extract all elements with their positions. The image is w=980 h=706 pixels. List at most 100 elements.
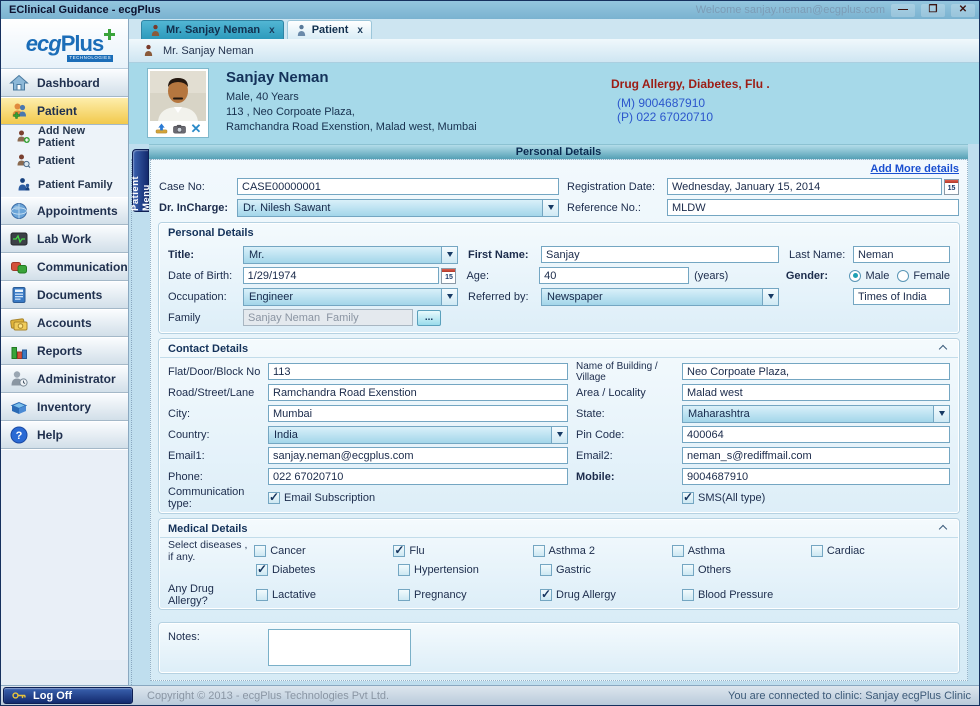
email-subscription-checkbox[interactable]: [268, 492, 280, 504]
lab-monitor-icon: [9, 229, 29, 249]
chevron-down-icon[interactable]: [762, 289, 778, 305]
first-name-input[interactable]: [541, 246, 779, 263]
flat-input[interactable]: [268, 363, 568, 380]
road-input[interactable]: [268, 384, 568, 401]
allergy-checkbox[interactable]: [682, 589, 694, 601]
age-input[interactable]: [539, 267, 689, 284]
camera-icon[interactable]: [173, 124, 186, 134]
city-input[interactable]: [268, 405, 568, 422]
disease-checkbox[interactable]: [540, 564, 552, 576]
tab-close-icon[interactable]: x: [265, 25, 275, 36]
state-label: State:: [576, 408, 682, 420]
building-input[interactable]: [682, 363, 950, 380]
sidebar-item-add-new-patient[interactable]: Add New Patient: [1, 125, 128, 149]
disease-checkbox[interactable]: [672, 545, 684, 557]
disease-checkbox[interactable]: [398, 564, 410, 576]
accounts-coins-icon: [9, 313, 29, 333]
tab-patient-record[interactable]: Mr. Sanjay Neman x: [141, 20, 284, 39]
log-off-button[interactable]: Log Off: [3, 687, 133, 704]
notes-textarea[interactable]: [268, 629, 411, 666]
sidebar-item-help[interactable]: ? Help: [1, 421, 128, 449]
disease-checkbox[interactable]: [254, 545, 266, 557]
gender-female-label: Female: [913, 270, 950, 282]
sidebar-item-inventory[interactable]: Inventory: [1, 393, 128, 421]
occupation-select[interactable]: Engineer: [243, 288, 458, 306]
sidebar-item-communication[interactable]: Communication: [1, 253, 128, 281]
chevron-down-icon[interactable]: [441, 289, 457, 305]
sidebar-item-dashboard[interactable]: Dashboard: [1, 69, 128, 97]
collapse-chevron-icon[interactable]: [939, 525, 947, 533]
home-icon: [9, 73, 29, 93]
add-more-details-link[interactable]: Add More details: [870, 163, 959, 175]
mobile-input[interactable]: [682, 468, 950, 485]
patient-demographics: Male, 40 Years: [226, 91, 477, 103]
title-bar: EClinical Guidance - ecgPlus Welcome san…: [1, 1, 979, 19]
maximize-button[interactable]: ❐: [921, 4, 945, 17]
chevron-down-icon[interactable]: [441, 247, 457, 263]
sidebar-item-administrator[interactable]: Administrator: [1, 365, 128, 393]
allergy-checkbox[interactable]: [540, 589, 552, 601]
gender-male-label: Male: [865, 270, 889, 282]
case-no-input[interactable]: [237, 178, 559, 195]
sidebar-item-documents[interactable]: Documents: [1, 281, 128, 309]
allergy-checkbox[interactable]: [256, 589, 268, 601]
pin-input[interactable]: [682, 426, 950, 443]
tab-patient[interactable]: Patient x: [287, 20, 372, 39]
dob-input[interactable]: [243, 267, 440, 284]
phone-input[interactable]: [268, 468, 568, 485]
last-name-label: Last Name:: [789, 249, 853, 261]
add-patient-icon: [15, 129, 31, 145]
gender-male-radio[interactable]: [849, 270, 861, 282]
minimize-button[interactable]: —: [891, 4, 915, 17]
sidebar-item-patient-family[interactable]: Patient Family: [1, 173, 128, 197]
patients-icon: [9, 101, 29, 121]
gender-female-radio[interactable]: [897, 270, 909, 282]
area-input[interactable]: [682, 384, 950, 401]
disease-checkbox[interactable]: [256, 564, 268, 576]
family-browse-button[interactable]: ...: [417, 310, 441, 326]
person-icon: [143, 44, 154, 57]
sidebar-item-lab-work[interactable]: Lab Work: [1, 225, 128, 253]
contact-details-fieldset: Contact Details Flat/Door/Block No Name …: [159, 339, 959, 513]
email1-input[interactable]: [268, 447, 568, 464]
close-button[interactable]: ✕: [951, 4, 975, 17]
sidebar-item-patient-list[interactable]: Patient: [1, 149, 128, 173]
reference-no-input[interactable]: [667, 199, 959, 216]
last-name-input[interactable]: [853, 246, 950, 263]
chevron-down-icon[interactable]: [551, 427, 567, 443]
remove-photo-icon[interactable]: ✕: [191, 122, 202, 135]
sidebar-item-appointments[interactable]: Appointments: [1, 197, 128, 225]
sidebar-item-patient[interactable]: Patient: [1, 97, 128, 125]
registration-date-input[interactable]: [667, 178, 942, 195]
upload-photo-icon[interactable]: [155, 123, 168, 134]
referred-detail-input[interactable]: [853, 288, 950, 305]
chevron-down-icon[interactable]: [933, 406, 949, 422]
disease-checkbox[interactable]: [682, 564, 694, 576]
state-select[interactable]: Maharashtra: [682, 405, 950, 423]
calendar-icon[interactable]: 15: [944, 179, 959, 195]
disease-checkbox[interactable]: [811, 545, 823, 557]
sms-checkbox[interactable]: [682, 492, 694, 504]
email2-input[interactable]: [682, 447, 950, 464]
dr-incharge-select[interactable]: Dr. Nilesh Sawant: [237, 199, 559, 217]
country-label: Country:: [168, 429, 268, 441]
referred-by-select[interactable]: Newspaper: [541, 288, 779, 306]
allergy-checkbox[interactable]: [398, 589, 410, 601]
form-area: Add More details Case No: Registration D…: [131, 159, 980, 687]
title-select[interactable]: Mr.: [243, 246, 458, 264]
building-label: Name of Building / Village: [576, 361, 682, 383]
patient-menu-tab[interactable]: Patient Menu: [132, 149, 149, 212]
calendar-icon[interactable]: 15: [441, 268, 456, 284]
notes-fieldset: Notes:: [159, 623, 959, 673]
patient-phone: (P) 022 67020710: [617, 110, 770, 124]
country-select[interactable]: India: [268, 426, 568, 444]
patient-photo: ✕: [147, 68, 209, 138]
disease-checkbox[interactable]: [393, 545, 405, 557]
reports-chart-icon: [9, 341, 29, 361]
tab-close-icon[interactable]: x: [353, 25, 363, 36]
collapse-chevron-icon[interactable]: [939, 345, 947, 353]
sidebar-item-accounts[interactable]: Accounts: [1, 309, 128, 337]
chevron-down-icon[interactable]: [542, 200, 558, 216]
sidebar-item-reports[interactable]: Reports: [1, 337, 128, 365]
disease-checkbox[interactable]: [533, 545, 545, 557]
